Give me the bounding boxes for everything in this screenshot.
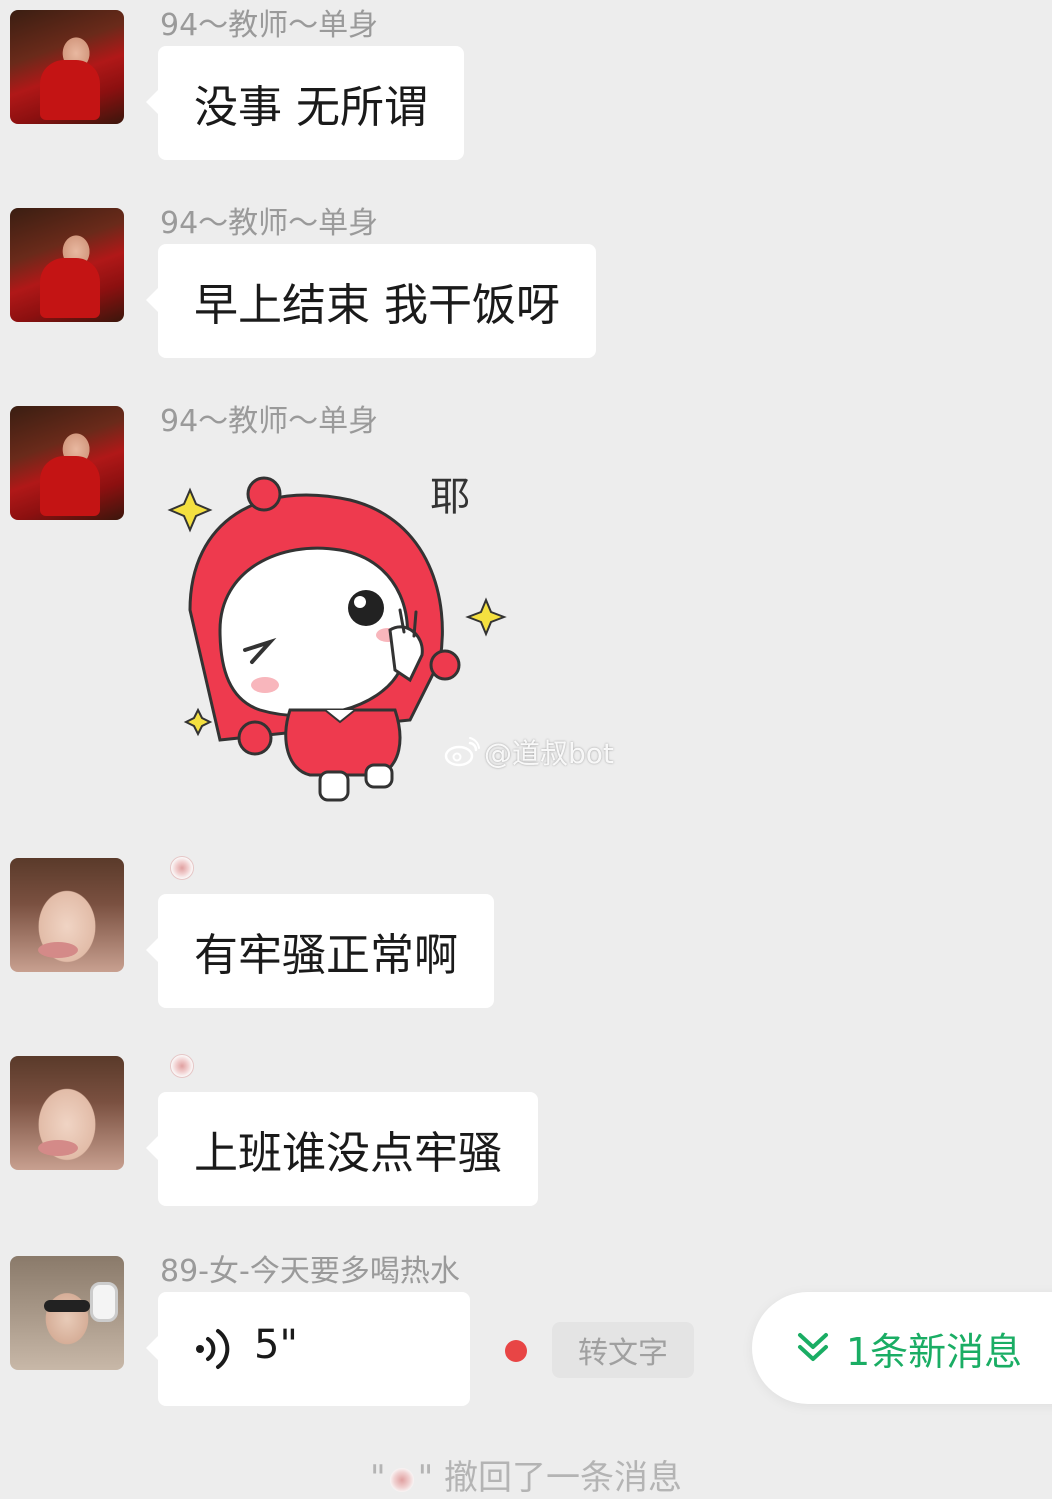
watermark-text: @道叔bot bbox=[484, 737, 614, 770]
avatar[interactable] bbox=[10, 1256, 124, 1370]
message-bubble[interactable]: 早上结束 我干饭呀 bbox=[146, 244, 596, 358]
recall-notice: " " 撤回了一条消息 bbox=[0, 1450, 1052, 1499]
sender-name: 94～教师～单身 bbox=[160, 404, 379, 439]
avatar[interactable] bbox=[10, 858, 124, 972]
new-message-button[interactable]: 1条新消息 bbox=[752, 1292, 1052, 1404]
message-bubble[interactable]: 没事 无所谓 bbox=[146, 46, 464, 160]
sender-name: 89-女-今天要多喝热水 bbox=[160, 1254, 460, 1289]
recall-user-icon bbox=[389, 1467, 414, 1492]
avatar[interactable] bbox=[10, 10, 124, 124]
sticker-caption: 耶 bbox=[430, 474, 470, 520]
chat-window: 94～教师～单身 没事 无所谓 94～教师～单身 早上结束 我干饭呀 94～教师… bbox=[0, 0, 1052, 1499]
sender-name: 94～教师～单身 bbox=[160, 8, 379, 43]
voice-message-bubble[interactable]: 5" bbox=[146, 1292, 470, 1406]
sender-badge-icon bbox=[170, 856, 194, 880]
recall-notice-text: " 撤回了一条消息 bbox=[417, 1458, 683, 1498]
weibo-logo-icon bbox=[444, 737, 480, 767]
message-bubble[interactable]: 有牢骚正常啊 bbox=[146, 894, 494, 1008]
sender-badge-icon bbox=[170, 1054, 194, 1078]
new-message-label: 1条新消息 bbox=[846, 1329, 1023, 1374]
convert-to-text-button[interactable]: 转文字 bbox=[552, 1322, 694, 1378]
avatar[interactable] bbox=[10, 1056, 124, 1170]
recall-notice-prefix: " bbox=[369, 1458, 386, 1498]
watermark: @道叔bot bbox=[444, 732, 614, 772]
voice-duration: 5" bbox=[254, 1322, 298, 1368]
unread-dot bbox=[505, 1340, 527, 1362]
sender-name: 94～教师～单身 bbox=[160, 206, 379, 241]
double-chevron-down-icon bbox=[798, 1333, 828, 1361]
voice-wave-icon bbox=[196, 1329, 230, 1369]
avatar[interactable] bbox=[10, 406, 124, 520]
avatar[interactable] bbox=[10, 208, 124, 322]
message-bubble[interactable]: 上班谁没点牢骚 bbox=[146, 1092, 538, 1206]
